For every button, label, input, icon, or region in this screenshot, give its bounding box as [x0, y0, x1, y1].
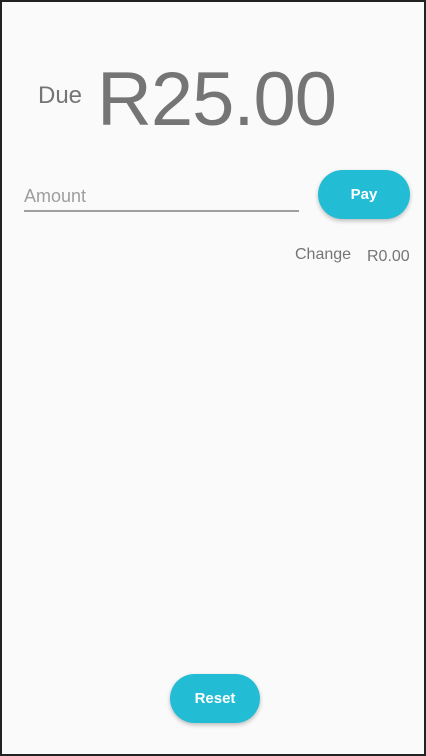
due-amount: R25.00 — [97, 57, 337, 142]
reset-button[interactable]: Reset — [170, 674, 260, 723]
change-value: R0.00 — [367, 248, 410, 265]
change-label: Change — [295, 246, 352, 263]
pay-button[interactable]: Pay — [318, 170, 410, 219]
amount-input[interactable] — [24, 182, 299, 212]
due-label: Due — [38, 82, 83, 109]
